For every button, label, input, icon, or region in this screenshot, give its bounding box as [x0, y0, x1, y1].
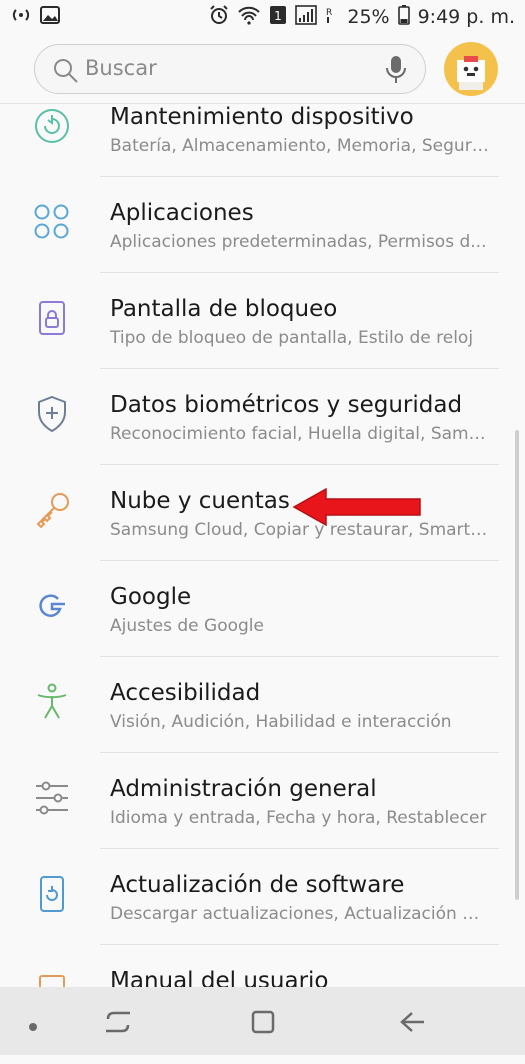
settings-subtitle: Idioma y entrada, Fecha y hora, Restable…: [110, 808, 487, 828]
avatar[interactable]: [444, 42, 498, 96]
settings-subtitle: Descargar actualizaciones, Actualización…: [110, 904, 490, 924]
dot-icon[interactable]: [28, 1017, 38, 1036]
separator: [100, 944, 499, 945]
hotspot-icon: [10, 6, 32, 29]
settings-subtitle: Visión, Audición, Habilidad e interacció…: [110, 712, 452, 732]
scrollbar[interactable]: [515, 430, 519, 900]
separator: [100, 752, 499, 753]
navigation-bar: [0, 987, 525, 1055]
settings-item-lock-screen[interactable]: Pantalla de bloqueo Tipo de bloqueo de p…: [0, 296, 525, 392]
settings-title: Pantalla de bloqueo: [110, 296, 338, 322]
search-placeholder: Buscar: [85, 56, 157, 80]
red-arrow-annotation: [292, 485, 424, 533]
microphone-icon[interactable]: [385, 55, 407, 89]
settings-item-accessibility[interactable]: Accesibilidad Visión, Audición, Habilida…: [0, 680, 525, 776]
settings-title: Mantenimiento dispositivo: [110, 104, 414, 130]
separator: [100, 656, 499, 657]
settings-subtitle: Tipo de bloqueo de pantalla, Estilo de r…: [110, 328, 474, 348]
settings-item-apps[interactable]: Aplicaciones Aplicaciones predeterminada…: [0, 200, 525, 296]
search-row: Buscar: [0, 40, 525, 100]
recents-icon[interactable]: [104, 1009, 132, 1039]
settings-title: Nube y cuentas: [110, 488, 290, 514]
settings-title: Administración general: [110, 776, 377, 802]
settings-subtitle: Ajustes de Google: [110, 616, 264, 636]
signal-icon: [295, 4, 318, 30]
svg-text:1: 1: [275, 9, 283, 23]
settings-subtitle: Reconocimiento facial, Huella digital, S…: [110, 424, 490, 444]
settings-item-biometrics[interactable]: Datos biométricos y seguridad Reconocimi…: [0, 392, 525, 488]
status-right: 1 R 25% 9:49 p. m.: [209, 4, 515, 30]
key-icon: [32, 490, 76, 534]
status-bar: 1 R 25% 9:49 p. m.: [0, 0, 525, 34]
separator: [100, 464, 499, 465]
sim1-icon: 1: [269, 5, 287, 30]
settings-title: Accesibilidad: [110, 680, 261, 706]
wifi-icon: [237, 5, 261, 30]
separator: [100, 176, 499, 177]
settings-title: Datos biométricos y seguridad: [110, 392, 463, 418]
status-left: [10, 5, 60, 29]
shield-icon: [32, 394, 76, 438]
battery-percent: 25%: [347, 6, 390, 28]
settings-title: Actualización de software: [110, 872, 405, 898]
roaming-icon: R: [325, 5, 337, 30]
settings-subtitle: Aplicaciones predeterminadas, Permisos d…: [110, 232, 487, 252]
back-icon[interactable]: [398, 1009, 426, 1039]
google-icon: [32, 586, 76, 630]
clock: 9:49 p. m.: [417, 6, 515, 28]
separator: [100, 848, 499, 849]
separator: [100, 368, 499, 369]
settings-item-software-update[interactable]: Actualización de software Descargar actu…: [0, 872, 525, 968]
settings-item-general-management[interactable]: Administración general Idioma y entrada,…: [0, 776, 525, 872]
settings-item-device-maintenance[interactable]: Mantenimiento dispositivo Batería, Almac…: [0, 104, 525, 200]
settings-title: Google: [110, 584, 192, 610]
separator: [100, 560, 499, 561]
settings-title: Aplicaciones: [110, 200, 254, 226]
search-input[interactable]: Buscar: [34, 44, 426, 94]
image-notification-icon: [40, 5, 60, 29]
home-icon[interactable]: [250, 1009, 276, 1039]
settings-item-google[interactable]: Google Ajustes de Google: [0, 584, 525, 680]
lock-screen-icon: [32, 298, 76, 342]
sliders-icon: [32, 778, 76, 822]
apps-icon: [32, 202, 76, 246]
settings-subtitle: Batería, Almacenamiento, Memoria, Seguri…: [110, 136, 490, 156]
separator: [100, 272, 499, 273]
alarm-icon: [209, 4, 229, 30]
device-maintenance-icon: [32, 106, 76, 150]
settings-item-cloud-accounts[interactable]: Nube y cuentas Samsung Cloud, Copiar y r…: [0, 485, 525, 584]
battery-icon: [397, 4, 410, 30]
search-icon: [53, 58, 79, 88]
software-update-icon: [32, 874, 76, 918]
accessibility-icon: [32, 682, 76, 726]
svg-text:R: R: [326, 8, 332, 18]
